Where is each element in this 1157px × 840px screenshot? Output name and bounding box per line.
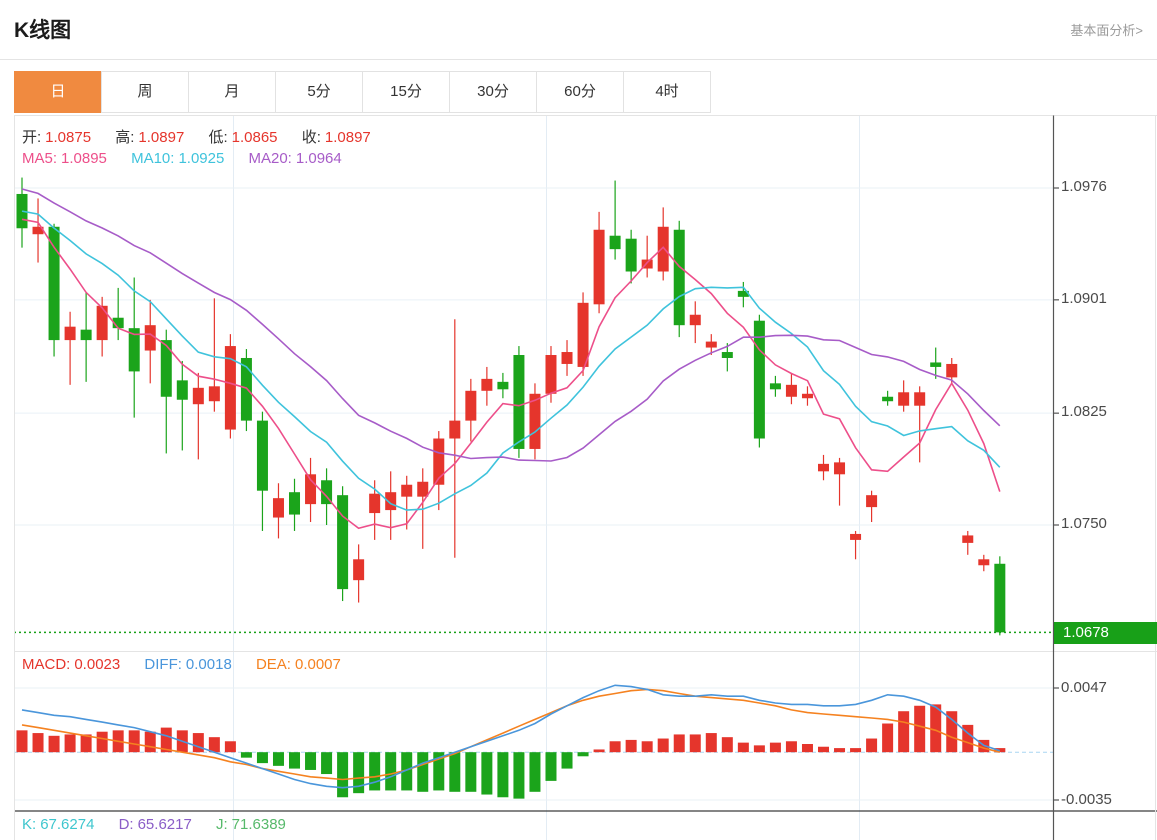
ohlc-close: 收: 1.0897 xyxy=(301,129,371,146)
macd-axis-tick: 0.0047 xyxy=(1061,679,1107,696)
kdj-k-value: K: 67.6274 xyxy=(22,816,95,833)
candles-layer xyxy=(16,177,1006,636)
price-axis-tick: 1.0901 xyxy=(1061,290,1107,307)
price-axis-tick: 1.0750 xyxy=(1061,515,1107,532)
price-axis-tick: 1.0825 xyxy=(1061,403,1107,420)
kline-widget: K线图 基本面分析> 日 周 月 5分 15分 30分 60分 4时 开: 1.0… xyxy=(0,0,1157,840)
ma5-legend: MA5: 1.0895 xyxy=(22,150,107,167)
kdj-j-value: J: 71.6389 xyxy=(216,816,286,833)
ohlc-open: 开: 1.0875 xyxy=(22,129,92,146)
ohlc-low: 低: 1.0865 xyxy=(208,129,278,146)
diff-value: DIFF: 0.0018 xyxy=(144,656,232,673)
macd-histogram xyxy=(16,704,1006,799)
current-price-label: 1.0678 xyxy=(1054,622,1157,644)
macd-axis-tick: -0.0035 xyxy=(1061,791,1112,808)
ohlc-legend: 开: 1.0875 高: 1.0897 低: 1.0865 收: 1.0897 xyxy=(22,126,391,147)
ma-legend: MA5: 1.0895 MA10: 1.0925 MA20: 1.0964 xyxy=(22,150,362,167)
ma20-legend: MA20: 1.0964 xyxy=(248,150,342,167)
macd-value: MACD: 0.0023 xyxy=(22,656,121,673)
dea-value: DEA: 0.0007 xyxy=(255,656,341,673)
macd-legend: MACD: 0.0023 DIFF: 0.0018 DEA: 0.0007 xyxy=(22,656,361,673)
kdj-legend: K: 67.6274 D: 65.6217 J: 71.6389 xyxy=(22,816,306,833)
ma20-line xyxy=(21,188,1001,462)
diff-line xyxy=(21,684,1001,789)
ma10-legend: MA10: 1.0925 xyxy=(131,150,225,167)
price-axis-tick: 1.0976 xyxy=(1061,178,1107,195)
kdj-d-value: D: 65.6217 xyxy=(118,816,192,833)
ohlc-high: 高: 1.0897 xyxy=(115,129,185,146)
